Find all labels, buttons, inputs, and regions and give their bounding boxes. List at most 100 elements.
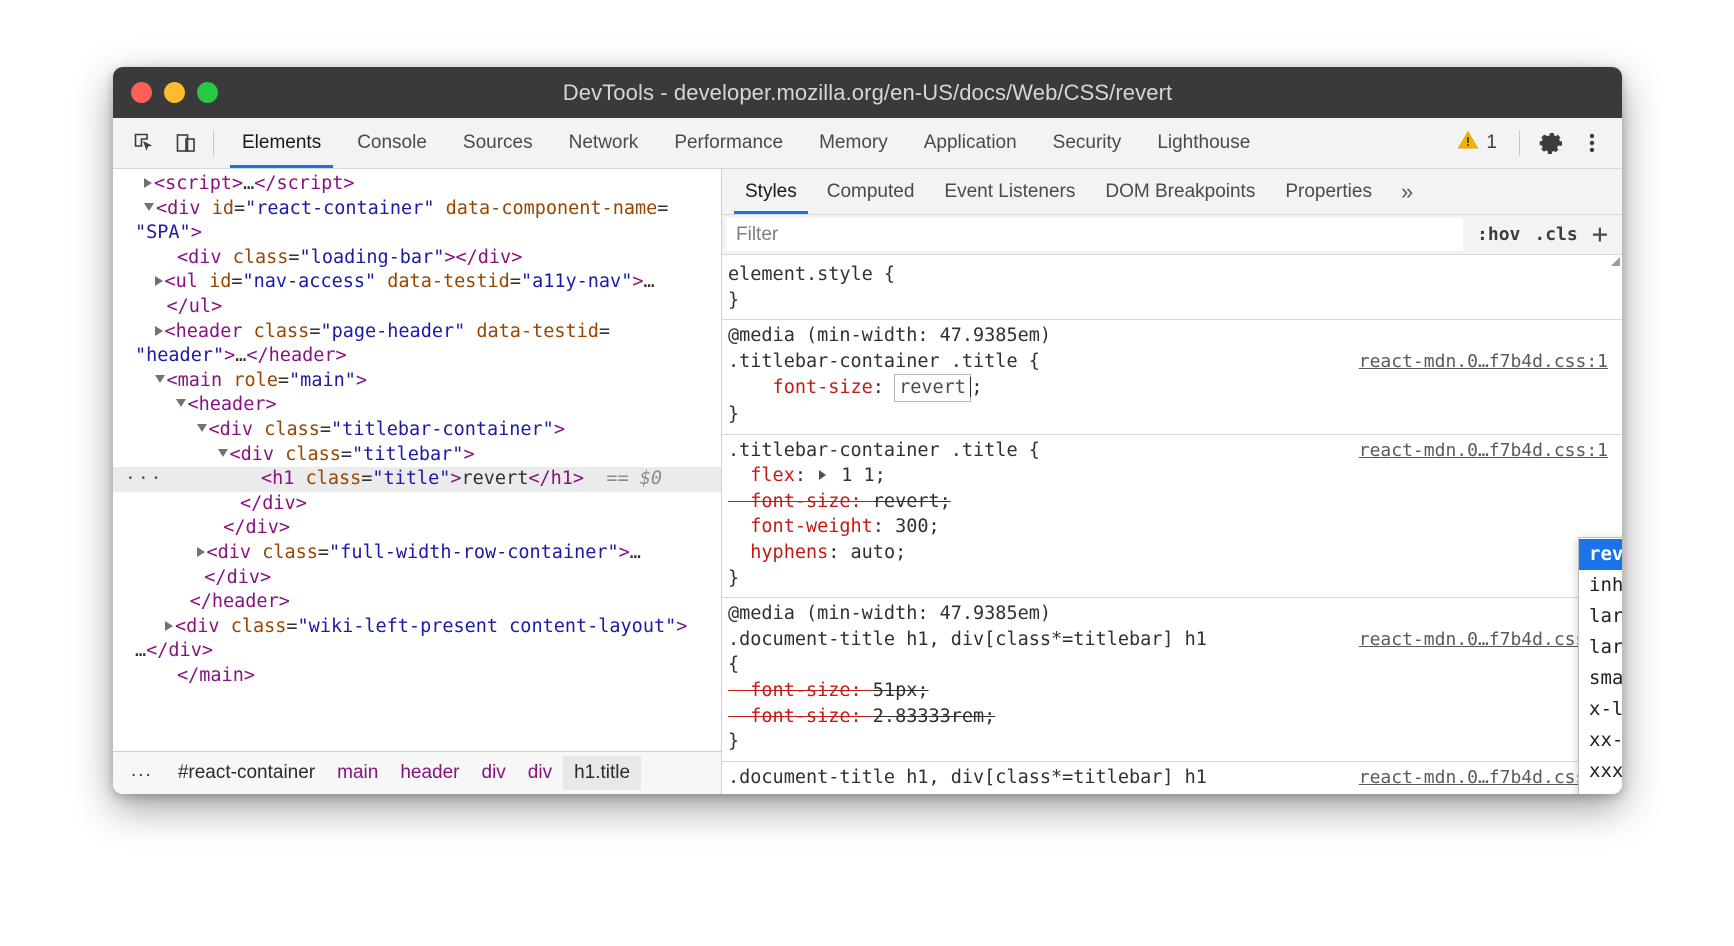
titlebar-container-title-rule-2[interactable]: .titlebar-container .title {react-mdn.0…… [722,435,1622,599]
tab-elements[interactable]: Elements [224,118,339,168]
stylesheet-source-link[interactable]: react-mdn.0…f7b4d.css:1 [1359,627,1608,653]
expand-triangle-icon[interactable] [144,178,152,188]
tab-styles[interactable]: Styles [730,169,812,214]
style-declaration-line[interactable]: } [722,288,1622,314]
style-declaration-line[interactable]: font-size: 51px; [722,678,1622,704]
dom-node[interactable]: <div class="full-width-row-container">… [113,541,721,566]
autocomplete-option-revert[interactable]: revert [1579,539,1622,570]
minimize-button[interactable] [164,82,185,103]
breadcrumb-item-main[interactable]: main [326,756,389,790]
expand-triangle-icon[interactable] [197,547,205,557]
stylesheet-source-link[interactable]: react-mdn.0…f7b4d.css:1 [1359,438,1608,464]
autocomplete-option-larger[interactable]: larger [1579,632,1622,663]
dom-node[interactable]: </div> [113,516,721,541]
tab-console[interactable]: Console [339,118,445,168]
style-declaration-line[interactable]: @media (min-width: 47.9385em) [722,601,1622,627]
style-declaration-line[interactable]: .titlebar-container .title {react-mdn.0…… [722,438,1622,464]
dom-node[interactable]: <script>…</script> [113,172,721,197]
tab-computed[interactable]: Computed [812,169,930,214]
style-declaration-line[interactable]: @media (min-width: 47.9385em) [722,323,1622,349]
css-token-prop[interactable]: font-weight [728,516,873,537]
dom-node[interactable]: "SPA"> [113,221,721,246]
style-declaration-line[interactable]: } [722,729,1622,755]
font-size-value-autocomplete[interactable]: revertinheritlargelargersmallerx-largexx… [1578,537,1622,794]
more-tabs-icon[interactable]: » [1387,169,1427,214]
dom-node[interactable]: </div> [113,566,721,591]
autocomplete-option-large[interactable]: large [1579,601,1622,632]
filter-input[interactable] [726,218,1463,251]
autocomplete-option-xx-large[interactable]: xx-large [1579,725,1622,756]
collapse-triangle-icon[interactable] [197,424,207,432]
tab-performance[interactable]: Performance [656,118,801,168]
breadcrumb-item-h1-title[interactable]: h1.title [563,756,641,790]
style-declaration-line[interactable]: font-size: revert; [722,489,1622,515]
hov-toggle-button[interactable]: :hov [1477,224,1520,245]
dom-node[interactable]: </main> [113,664,721,689]
dom-node[interactable]: <div class="loading-bar"></div> [113,246,721,271]
expand-triangle-icon[interactable] [165,621,173,631]
style-declaration-line[interactable]: { [722,652,1622,678]
collapse-triangle-icon[interactable] [144,203,154,211]
collapse-triangle-icon[interactable] [218,449,228,457]
element-style-rule[interactable]: element.style {} [722,259,1622,320]
node-overflow-dots[interactable]: ··· [125,470,164,488]
autocomplete-option-xxx-large[interactable]: xxx-large [1579,756,1622,787]
style-declaration-line[interactable]: font-size: 2.83333rem; [722,704,1622,730]
cls-toggle-button[interactable]: .cls [1534,224,1577,245]
warning-count-button[interactable]: 1 [1449,130,1505,156]
dom-node[interactable]: <header> [113,393,721,418]
tab-sources[interactable]: Sources [445,118,551,168]
dom-node[interactable]: <div class="titlebar-container"> [113,418,721,443]
stylesheet-source-link[interactable]: react-mdn.0…f7b4d.css:1 [1359,349,1608,375]
tab-security[interactable]: Security [1035,118,1140,168]
css-token-prop-off[interactable]: font-size: [728,491,873,512]
collapse-triangle-icon[interactable] [176,399,186,407]
dom-node[interactable]: <main role="main"> [113,369,721,394]
breadcrumb-item-div[interactable]: div [517,756,563,790]
device-toolbar-icon[interactable] [165,118,207,168]
autocomplete-option-inherit[interactable]: inherit [1579,570,1622,601]
zoom-button[interactable] [197,82,218,103]
dom-node[interactable]: </header> [113,590,721,615]
css-token-prop[interactable]: hyphens [728,542,828,563]
autocomplete-option-dash-webkit-xxx-large[interactable]: -webkit-xxx-large [1579,787,1622,794]
dom-node[interactable]: <ul id="nav-access" data-testid="a11y-na… [113,270,721,295]
style-declaration-line[interactable]: .document-title h1, div[class*=titlebar]… [722,765,1622,791]
style-declaration-line[interactable]: } [722,402,1622,428]
tab-application[interactable]: Application [906,118,1035,168]
dom-node[interactable]: <div class="wiki-left-present content-la… [113,615,721,640]
titlebar-container-title-rule[interactable]: @media (min-width: 47.9385em).titlebar-c… [722,320,1622,434]
dom-node[interactable]: <header class="page-header" data-testid= [113,320,721,345]
style-declaration-line[interactable]: font-size: revert; [722,374,1622,402]
style-declaration-line[interactable]: hyphens: auto; [722,540,1622,566]
tab-dom-breakpoints[interactable]: DOM Breakpoints [1090,169,1270,214]
css-value-edit-field[interactable]: revert [894,374,971,402]
dom-node[interactable]: "header">…</header> [113,344,721,369]
collapse-triangle-icon[interactable] [155,375,165,383]
breadcrumb-item-react-container[interactable]: #react-container [167,756,326,790]
tab-memory[interactable]: Memory [801,118,906,168]
style-declaration-line[interactable]: } [722,566,1622,592]
tab-network[interactable]: Network [551,118,657,168]
dom-tree[interactable]: <script>…</script><div id="react-contain… [113,169,721,751]
expand-triangle-icon[interactable] [155,276,163,286]
flex-expand-icon[interactable] [819,470,826,480]
stylesheet-source-link[interactable]: react-mdn.0…f7b4d.css:1 [1359,765,1608,791]
breadcrumb-item-header[interactable]: header [389,756,470,790]
breadcrumb-item-[interactable]: ... [125,754,167,792]
dom-node[interactable]: </ul> [113,295,721,320]
style-rules-list[interactable]: element.style {}@media (min-width: 47.93… [722,255,1622,794]
style-declaration-line[interactable]: element.style { [722,262,1622,288]
kebab-menu-icon[interactable] [1574,125,1610,161]
css-token-prop[interactable]: font-size [728,377,873,398]
document-title-h1-rule-2[interactable]: .document-title h1, div[class*=titlebar]… [722,762,1622,794]
gear-icon[interactable] [1534,125,1570,161]
document-title-h1-rule[interactable]: @media (min-width: 47.9385em).document-t… [722,598,1622,762]
expand-triangle-icon[interactable] [155,326,163,336]
dom-node[interactable]: …</div> [113,639,721,664]
css-token-prop[interactable]: flex [728,465,795,486]
close-button[interactable] [131,82,152,103]
style-declaration-line[interactable]: .titlebar-container .title {react-mdn.0…… [722,349,1622,375]
css-token-prop-off[interactable]: font-size: [728,680,873,701]
inspect-element-icon[interactable] [123,118,165,168]
